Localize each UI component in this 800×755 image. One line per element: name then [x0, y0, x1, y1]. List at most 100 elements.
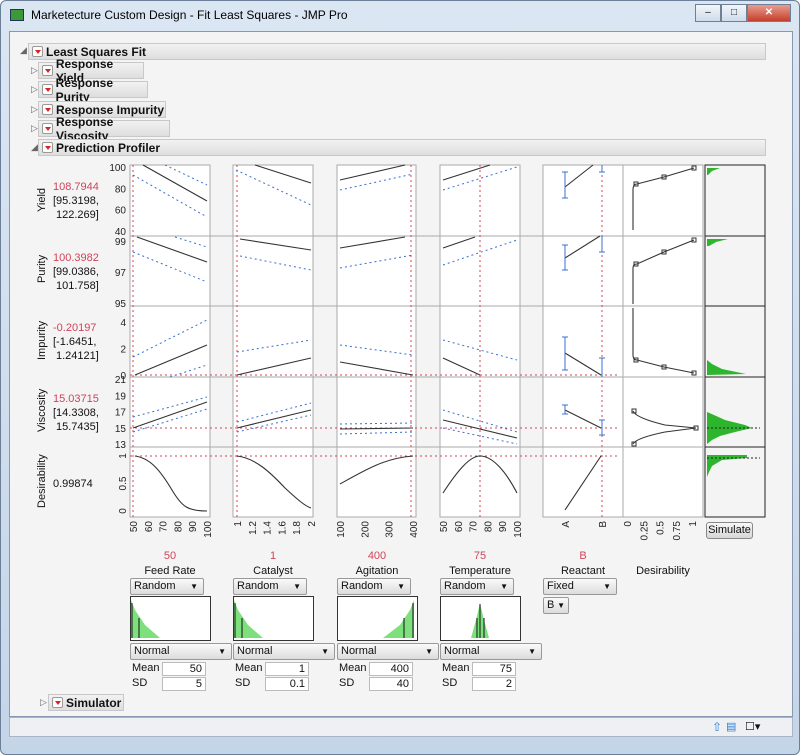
- chevron-down-icon: ▼: [603, 582, 611, 591]
- red-triangle-menu-icon[interactable]: [42, 104, 53, 115]
- dropdown-value: Random: [341, 580, 383, 592]
- disclosure-closed-icon[interactable]: ▷: [31, 104, 38, 115]
- response-ci-low: [99.0386,: [53, 266, 99, 278]
- outline-title: Prediction Profiler: [56, 140, 161, 155]
- chevron-down-icon: ▼: [321, 647, 329, 656]
- close-button[interactable]: ✕: [747, 4, 791, 22]
- chevron-down-icon: ▼: [500, 582, 508, 591]
- mean-label: Mean: [339, 662, 367, 674]
- response-value-yield: 108.7944: [53, 181, 99, 193]
- response-ci-low: [-1.6451,: [53, 336, 97, 348]
- response-name-impurity: Impurity: [36, 320, 48, 360]
- factor-label: Feed Rate: [144, 565, 196, 577]
- distribution-preview[interactable]: [337, 596, 418, 641]
- mean-input[interactable]: 50: [162, 662, 206, 676]
- disclosure-open-icon[interactable]: ◢: [31, 142, 38, 153]
- reactant-current-value[interactable]: B: [543, 550, 623, 562]
- distribution-dropdown[interactable]: Normal ▼: [233, 643, 335, 660]
- mean-label: Mean: [132, 662, 160, 674]
- mean-input[interactable]: 1: [265, 662, 309, 676]
- dropdown-value: B: [547, 599, 555, 611]
- disclosure-closed-icon[interactable]: ▷: [40, 697, 47, 708]
- red-triangle-menu-icon[interactable]: [42, 84, 53, 95]
- sd-input[interactable]: 0.1: [265, 677, 309, 691]
- disclosure-closed-icon[interactable]: ▷: [31, 65, 38, 76]
- dropdown-value: Fixed: [547, 580, 574, 592]
- report-icon[interactable]: ▤: [726, 720, 736, 733]
- factor-current-value[interactable]: 50: [130, 550, 210, 562]
- response-ci-high: 1.24121]: [56, 350, 99, 362]
- response-name-yield: Yield: [36, 187, 48, 212]
- distribution-dropdown[interactable]: Normal ▼: [337, 643, 439, 660]
- chevron-down-icon: ▼: [557, 601, 565, 610]
- sd-label: SD: [132, 677, 148, 689]
- distribution-preview[interactable]: [440, 596, 521, 641]
- factor-mode-dropdown[interactable]: Random ▼: [337, 578, 411, 595]
- disclosure-closed-icon[interactable]: ▷: [31, 84, 38, 95]
- factor-current-value[interactable]: 400: [337, 550, 417, 562]
- mean-label: Mean: [442, 662, 470, 674]
- dropdown-value: Random: [134, 580, 176, 592]
- distribution-dropdown[interactable]: Normal ▼: [130, 643, 232, 660]
- jmp-app-icon: [10, 9, 24, 21]
- reactant-mode-dropdown[interactable]: Fixed ▼: [543, 578, 617, 595]
- desirability-axis-label: Desirability: [636, 565, 690, 577]
- scroll-up-icon[interactable]: ⇧: [712, 720, 722, 734]
- factor-mode-dropdown[interactable]: Random ▼: [440, 578, 514, 595]
- factor-mode-dropdown[interactable]: Random ▼: [130, 578, 204, 595]
- chevron-down-icon: ▼: [218, 647, 226, 656]
- display-options-icon[interactable]: ☐▾: [745, 720, 760, 733]
- outline-response-viscosity[interactable]: Response Viscosity: [38, 115, 170, 143]
- sd-input[interactable]: 2: [472, 677, 516, 691]
- sd-input[interactable]: 5: [162, 677, 206, 691]
- window-title: Marketecture Custom Design - Fit Least S…: [31, 8, 348, 22]
- sd-label: SD: [235, 677, 251, 689]
- red-triangle-menu-icon[interactable]: [42, 142, 53, 153]
- reactant-level-dropdown[interactable]: B ▼: [543, 597, 569, 614]
- red-triangle-menu-icon[interactable]: [42, 123, 53, 134]
- dropdown-value: Random: [237, 580, 279, 592]
- response-ci-high: 101.758]: [56, 280, 99, 292]
- sd-label: SD: [339, 677, 355, 689]
- response-name-purity: Purity: [36, 254, 48, 283]
- red-triangle-menu-icon[interactable]: [52, 697, 63, 708]
- response-value-viscosity: 15.03715: [53, 393, 99, 405]
- response-value-impurity: -0.20197: [53, 322, 97, 334]
- red-triangle-menu-icon[interactable]: [42, 65, 53, 76]
- distribution-preview[interactable]: [233, 596, 314, 641]
- mean-input[interactable]: 400: [369, 662, 413, 676]
- simulate-button[interactable]: Simulate: [706, 522, 753, 539]
- outline-prediction-profiler[interactable]: Prediction Profiler: [38, 139, 766, 156]
- disclosure-closed-icon[interactable]: ▷: [31, 123, 38, 134]
- factor-current-value[interactable]: 75: [440, 550, 520, 562]
- disclosure-open-icon[interactable]: ◢: [20, 45, 27, 56]
- minimize-button[interactable]: –: [695, 4, 721, 22]
- distribution-preview[interactable]: [130, 596, 211, 641]
- title-bar: Marketecture Custom Design - Fit Least S…: [1, 1, 799, 29]
- outline-simulator[interactable]: Simulator: [48, 694, 124, 711]
- factor-label: Catalyst: [253, 565, 293, 577]
- chevron-down-icon: ▼: [190, 582, 198, 591]
- desirability-value: 0.99874: [53, 478, 93, 490]
- mean-input[interactable]: 75: [472, 662, 516, 676]
- sd-label: SD: [442, 677, 458, 689]
- dropdown-value: Normal: [134, 645, 170, 657]
- outline-title: Simulator: [66, 695, 122, 710]
- outline-response-purity[interactable]: Response Purity: [38, 76, 148, 104]
- response-value-purity: 100.3982: [53, 252, 99, 264]
- chevron-down-icon: ▼: [397, 582, 405, 591]
- response-ci-high: 15.7435]: [56, 421, 99, 433]
- dropdown-value: Random: [444, 580, 486, 592]
- factor-mode-dropdown[interactable]: Random ▼: [233, 578, 307, 595]
- response-name-desirability: Desirability: [36, 454, 48, 508]
- maximize-button[interactable]: □: [721, 4, 747, 22]
- factor-label: Agitation: [355, 565, 399, 577]
- dropdown-value: Normal: [237, 645, 273, 657]
- red-triangle-menu-icon[interactable]: [32, 46, 43, 57]
- response-ci-low: [95.3198,: [53, 195, 99, 207]
- response-ci-low: [14.3308,: [53, 407, 99, 419]
- sd-input[interactable]: 40: [369, 677, 413, 691]
- reactant-label: Reactant: [560, 565, 606, 577]
- factor-current-value[interactable]: 1: [233, 550, 313, 562]
- distribution-dropdown[interactable]: Normal ▼: [440, 643, 542, 660]
